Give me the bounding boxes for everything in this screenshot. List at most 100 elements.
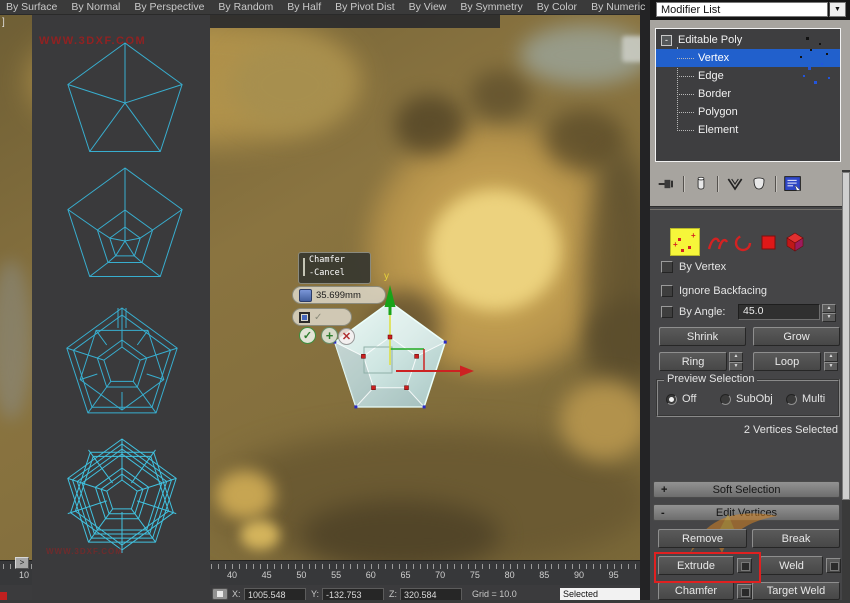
by-angle-spinner[interactable]: ▲▼ <box>822 304 836 320</box>
timeline-tick <box>329 564 330 569</box>
grow-button[interactable]: Grow <box>753 327 840 346</box>
break-button[interactable]: Break <box>752 529 840 548</box>
caddy-amount-value[interactable]: 35.699mm <box>316 290 361 301</box>
preview-off-radio[interactable] <box>666 394 677 405</box>
border-mode-button[interactable] <box>732 232 754 254</box>
timeline-tick <box>378 564 379 569</box>
caddy-apply-button[interactable]: + <box>321 327 338 344</box>
ignore-backfacing-checkbox[interactable] <box>661 285 673 297</box>
menu-item-by-color[interactable]: By Color <box>537 1 577 13</box>
gizmo-x-arrowhead <box>460 366 474 377</box>
by-vertex-checkbox[interactable] <box>661 261 673 273</box>
bg-blob <box>560 380 640 460</box>
modifier-stack: - Editable Poly Vertex Edge Border Polyg… <box>655 28 841 162</box>
preview-subobj-radio[interactable] <box>720 394 731 405</box>
modifier-list-header: Modifier List ▼ <box>650 0 850 20</box>
menu-item-by-view[interactable]: By View <box>409 1 447 13</box>
timeline-tick <box>10 564 11 569</box>
stack-toolbar <box>655 170 841 198</box>
pin-stack-icon[interactable] <box>655 173 679 195</box>
caddy-cancel-button[interactable]: ✕ <box>338 328 355 345</box>
edge-mode-button[interactable] <box>706 232 730 254</box>
timeline-label: 60 <box>361 570 381 580</box>
timeline-tick <box>427 564 428 569</box>
viewport-corner-label: ] <box>2 17 5 28</box>
soft-selection-rollout-header[interactable]: + Soft Selection <box>653 481 840 498</box>
z-coordinate-field[interactable]: 320.584 <box>400 588 462 600</box>
spinner-up-icon: ▲ <box>729 352 743 362</box>
y-coordinate-field[interactable]: -132.753 <box>322 588 384 600</box>
make-unique-icon[interactable] <box>723 173 747 195</box>
modifier-list-dropdown-arrow-icon[interactable]: ▼ <box>829 2 846 17</box>
menu-item-by-numeric[interactable]: By Numeric <box>591 1 645 13</box>
shrink-button[interactable]: Shrink <box>659 327 746 346</box>
timeline-tick <box>628 564 629 569</box>
menu-item-by-half[interactable]: By Half <box>287 1 321 13</box>
rollout-collapse-icon[interactable]: - <box>661 507 665 519</box>
extrude-button[interactable]: Extrude <box>658 556 734 575</box>
tree-line <box>677 112 694 113</box>
transform-typein-toggle-icon[interactable] <box>212 588 228 600</box>
timeline-tick <box>586 564 587 569</box>
caddy-ok-button[interactable]: ✓ <box>299 327 316 344</box>
menu-item-by-symmetry[interactable]: By Symmetry <box>460 1 522 13</box>
x-coordinate-field[interactable]: 1005.548 <box>244 588 306 600</box>
timeline-tick <box>246 564 247 569</box>
timeline-tick <box>239 564 240 569</box>
menu-item-by-pivot-dist[interactable]: By Pivot Dist <box>335 1 395 13</box>
timeline-label: 80 <box>500 570 520 580</box>
by-angle-checkbox[interactable] <box>661 306 673 318</box>
modifier-list-dropdown[interactable]: Modifier List <box>656 2 828 17</box>
rollout-expand-icon[interactable]: + <box>661 484 667 496</box>
stack-row-editable-poly[interactable]: - Editable Poly <box>656 31 840 49</box>
loop-button[interactable]: Loop <box>753 352 821 371</box>
menu-item-by-surface[interactable]: By Surface <box>6 1 57 13</box>
timeline-tick <box>503 564 504 569</box>
ring-spinner[interactable]: ▲▼ <box>729 352 743 371</box>
preview-off-label: Off <box>682 393 696 405</box>
vertex-mode-button[interactable]: + + <box>670 228 700 256</box>
loop-spinner[interactable]: ▲▼ <box>824 352 838 371</box>
caddy-amount-spinner[interactable]: 35.699mm <box>292 286 386 304</box>
ring-button[interactable]: Ring <box>659 352 727 371</box>
weld-button[interactable]: Weld <box>760 556 823 575</box>
timeline-label: 95 <box>604 570 624 580</box>
timeline-label: 10 <box>14 570 34 580</box>
timeline-tick <box>357 564 358 569</box>
timeline-tick <box>281 564 282 569</box>
timeline-tick <box>253 564 254 569</box>
tree-line <box>677 58 694 59</box>
preview-multi-radio[interactable] <box>786 394 797 405</box>
bg-blob <box>0 260 32 420</box>
configure-modifier-sets-icon[interactable] <box>781 173 805 195</box>
selection-filter-dropdown[interactable]: Selected <box>560 588 640 600</box>
timeline-label: 55 <box>326 570 346 580</box>
timeline-tick <box>538 564 539 569</box>
timeline-tick <box>406 564 407 569</box>
show-end-result-icon[interactable] <box>689 173 713 195</box>
menu-item-by-normal[interactable]: By Normal <box>71 1 120 13</box>
spinner-up-icon: ▲ <box>822 304 836 313</box>
timeline-tick <box>392 564 393 569</box>
polygon-mode-button[interactable] <box>760 234 778 252</box>
remove-button[interactable]: Remove <box>658 529 747 548</box>
collapse-icon[interactable]: - <box>661 35 672 46</box>
menu-item-by-random[interactable]: By Random <box>218 1 273 13</box>
target-weld-button[interactable]: Target Weld <box>752 582 840 600</box>
caddy-open-chamfer-toggle[interactable]: ✓ <box>292 308 352 326</box>
extrude-settings-button[interactable] <box>737 558 752 573</box>
remove-modifier-icon[interactable] <box>747 173 771 195</box>
timeline-tick <box>635 564 636 569</box>
element-mode-button[interactable] <box>782 230 806 252</box>
by-angle-field[interactable]: 45.0 <box>738 304 820 320</box>
menu-item-by-perspective[interactable]: By Perspective <box>134 1 204 13</box>
chamfer-settings-button[interactable] <box>737 584 752 599</box>
timeline-tick <box>531 564 532 569</box>
panel-scrollbar[interactable] <box>842 170 850 600</box>
timeline-tick <box>433 564 434 569</box>
next-frame-button[interactable]: > <box>15 557 29 569</box>
chamfer-button[interactable]: Chamfer <box>658 582 734 600</box>
weld-settings-button[interactable] <box>826 558 841 573</box>
caddy-tooltip-line2: -Cancel <box>309 267 367 280</box>
panel-scrollbar-thumb[interactable] <box>842 172 850 500</box>
